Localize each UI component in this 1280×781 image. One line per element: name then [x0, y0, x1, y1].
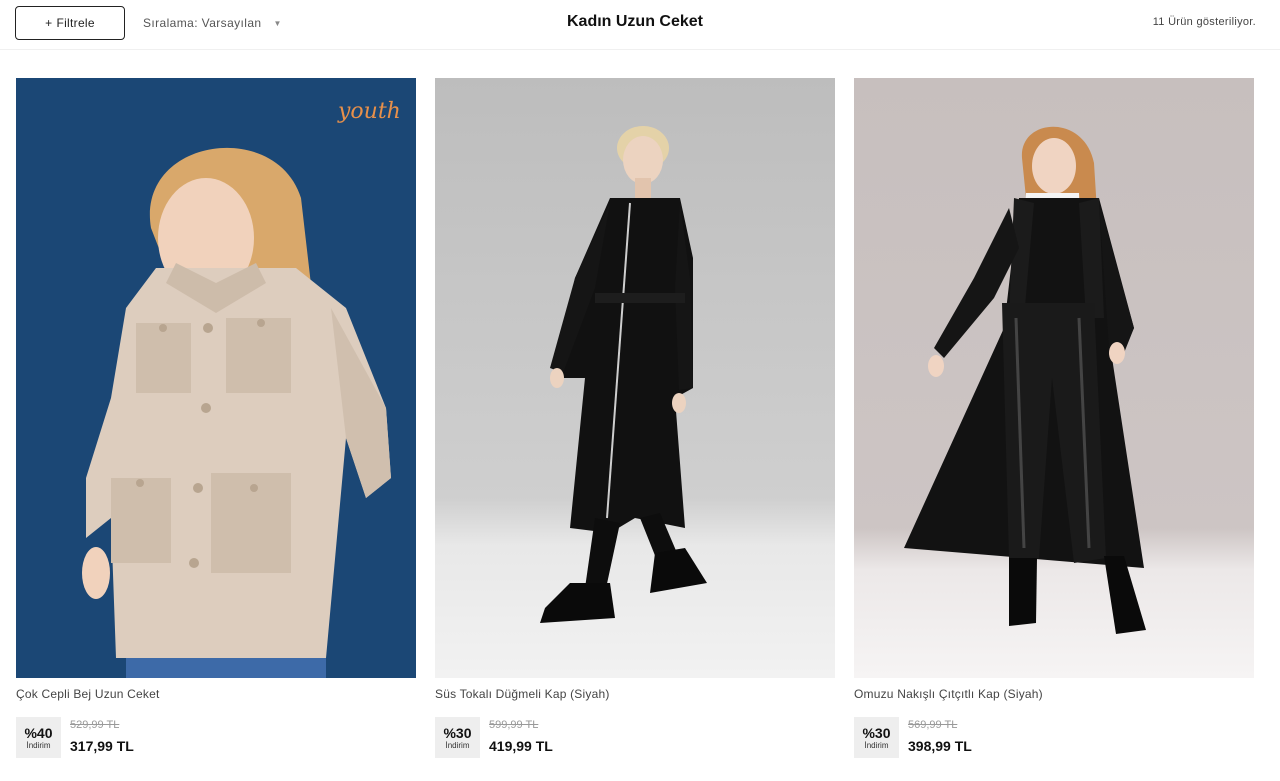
product-image[interactable]	[435, 78, 835, 678]
page-title: Kadın Uzun Ceket	[566, 13, 703, 30]
old-price: 569,99 TL	[908, 719, 958, 731]
discount-badge: %40 İndirim	[16, 717, 61, 758]
product-card[interactable]: Omuzu Nakışlı Çıtçıtlı Kap (Siyah) %30 İ…	[854, 78, 1254, 758]
product-name[interactable]: Omuzu Nakışlı Çıtçıtlı Kap (Siyah)	[854, 687, 1043, 701]
youth-logo: youth	[337, 99, 401, 124]
toolbar: + Filtrele Sıralama: Varsayılan ▼ Kadın …	[0, 0, 1280, 50]
discount-badge: %30 İndirim	[854, 717, 899, 758]
product-count: 11 Ürün gösteriliyor.	[1152, 16, 1256, 28]
current-price: 398,99 TL	[908, 738, 972, 754]
discount-percent: %30	[443, 724, 472, 741]
current-price: 419,99 TL	[489, 738, 553, 754]
current-price: 317,99 TL	[70, 738, 134, 754]
discount-label: İndirim	[26, 740, 51, 750]
discount-badge: %30 İndirim	[435, 717, 480, 758]
product-name[interactable]: Süs Tokalı Düğmeli Kap (Siyah)	[435, 687, 610, 701]
old-price: 599,99 TL	[489, 719, 539, 731]
product-image[interactable]: youth	[16, 78, 416, 678]
discount-percent: %30	[862, 724, 891, 741]
product-card[interactable]: youth Çok Cepli Bej Uzun Ceket %40 İndir…	[16, 78, 416, 758]
product-card[interactable]: Süs Tokalı Düğmeli Kap (Siyah) %30 İndir…	[435, 78, 835, 758]
discount-label: İndirim	[864, 740, 889, 750]
old-price: 529,99 TL	[70, 719, 120, 731]
discount-label: İndirim	[445, 740, 470, 750]
product-name[interactable]: Çok Cepli Bej Uzun Ceket	[16, 687, 160, 701]
product-image[interactable]	[854, 78, 1254, 678]
discount-percent: %40	[24, 724, 53, 741]
